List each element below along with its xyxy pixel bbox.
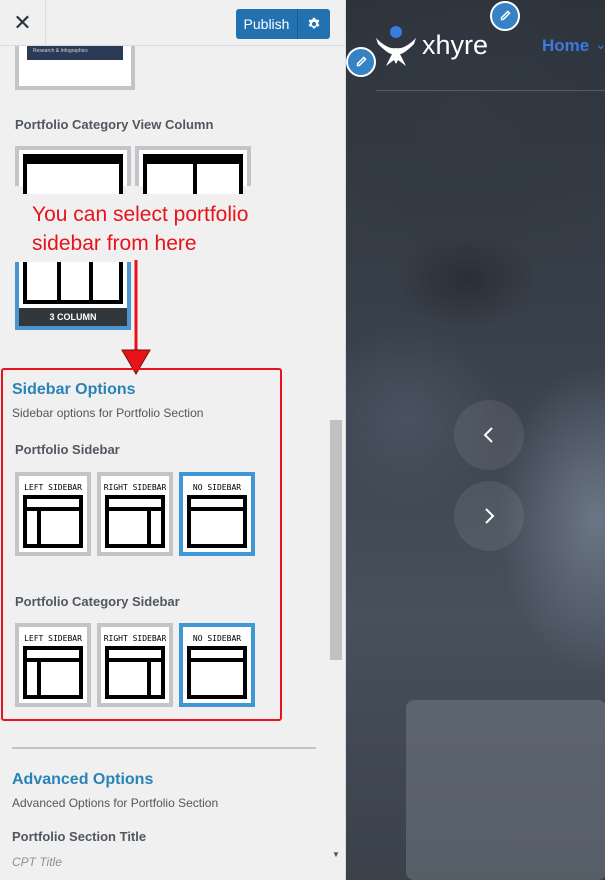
column-option-3[interactable]: 3 COLUMN <box>15 262 131 330</box>
left-sidebar-layout-icon <box>23 495 83 548</box>
sidebar-options-description: Sidebar options for Portfolio Section <box>12 406 204 420</box>
edit-menu-pencil-button[interactable] <box>490 1 520 31</box>
portfolio-left-sidebar-option[interactable]: LEFT SIDEBAR <box>15 472 91 556</box>
advanced-options-description: Advanced Options for Portfolio Section <box>12 796 219 810</box>
chevron-down-icon: ⌄ <box>595 36 605 52</box>
two-column-icon <box>143 154 243 194</box>
sidebar-options-title: Sidebar Options <box>12 381 136 398</box>
no-sidebar-layout-icon <box>187 646 247 699</box>
three-column-caption: 3 COLUMN <box>19 308 127 326</box>
option-label: NO SIDEBAR <box>192 634 242 643</box>
option-label: LEFT SIDEBAR <box>24 483 82 492</box>
three-column-icon <box>23 262 123 304</box>
header-divider <box>376 90 605 91</box>
category-view-label: Portfolio Category View Column <box>15 117 214 132</box>
category-no-sidebar-option[interactable]: NO SIDEBAR <box>179 623 255 707</box>
category-sidebar-label: Portfolio Category Sidebar <box>15 594 180 609</box>
slider-next-button[interactable] <box>454 481 524 551</box>
close-button[interactable]: ✕ <box>0 0 46 46</box>
publish-group: Publish <box>236 9 330 39</box>
option-label: RIGHT SIDEBAR <box>103 634 167 643</box>
right-sidebar-layout-icon <box>105 495 165 548</box>
scroll-down-arrow-icon[interactable]: ▼ <box>330 850 342 862</box>
option-label: LEFT SIDEBAR <box>24 634 82 643</box>
slider-prev-button[interactable] <box>454 400 524 470</box>
column-option-2[interactable] <box>135 146 251 194</box>
logo-text: xhyre <box>422 29 489 60</box>
site-preview: xhyre Home ⌄ <box>346 0 605 880</box>
category-left-sidebar-option[interactable]: LEFT SIDEBAR <box>15 623 91 707</box>
publish-button[interactable]: Publish <box>236 9 298 39</box>
annotation-arrow-icon <box>121 260 151 375</box>
advanced-options-title[interactable]: Advanced Options <box>12 771 153 789</box>
column-option-1[interactable] <box>15 146 131 194</box>
right-sidebar-layout-icon <box>105 646 165 699</box>
nav-home-link[interactable]: Home <box>542 36 589 56</box>
portfolio-section-title-input[interactable]: CPT Title <box>12 855 62 869</box>
customizer-sidebar: Research & Infographics Portfolio Catego… <box>0 0 346 880</box>
thumbnail-caption: Research & Infographics <box>33 48 88 54</box>
background-hero-image <box>406 700 605 880</box>
option-label: RIGHT SIDEBAR <box>103 483 167 492</box>
chevron-right-icon <box>485 508 495 524</box>
pencil-icon <box>500 10 511 21</box>
site-logo[interactable]: xhyre <box>374 24 488 66</box>
one-column-icon <box>23 154 123 194</box>
left-sidebar-layout-icon <box>23 646 83 699</box>
portfolio-no-sidebar-option[interactable]: NO SIDEBAR <box>179 472 255 556</box>
annotation-text: You can select portfolio sidebar from he… <box>32 203 249 255</box>
publish-settings-button[interactable] <box>298 9 330 39</box>
customizer-header: ✕ Publish <box>0 0 345 46</box>
pencil-icon <box>356 56 367 67</box>
no-sidebar-layout-icon <box>187 495 247 548</box>
edit-logo-pencil-button[interactable] <box>346 47 376 77</box>
option-label: NO SIDEBAR <box>192 483 242 492</box>
section-divider <box>12 747 316 749</box>
gear-icon <box>308 17 320 29</box>
sidebar-scrollbar[interactable] <box>330 420 342 660</box>
portfolio-section-title-label: Portfolio Section Title <box>12 829 147 844</box>
portfolio-right-sidebar-option[interactable]: RIGHT SIDEBAR <box>97 472 173 556</box>
category-right-sidebar-option[interactable]: RIGHT SIDEBAR <box>97 623 173 707</box>
chevron-left-icon <box>483 427 493 443</box>
portfolio-sidebar-label: Portfolio Sidebar <box>15 442 120 457</box>
logo-figure-icon <box>376 26 416 66</box>
